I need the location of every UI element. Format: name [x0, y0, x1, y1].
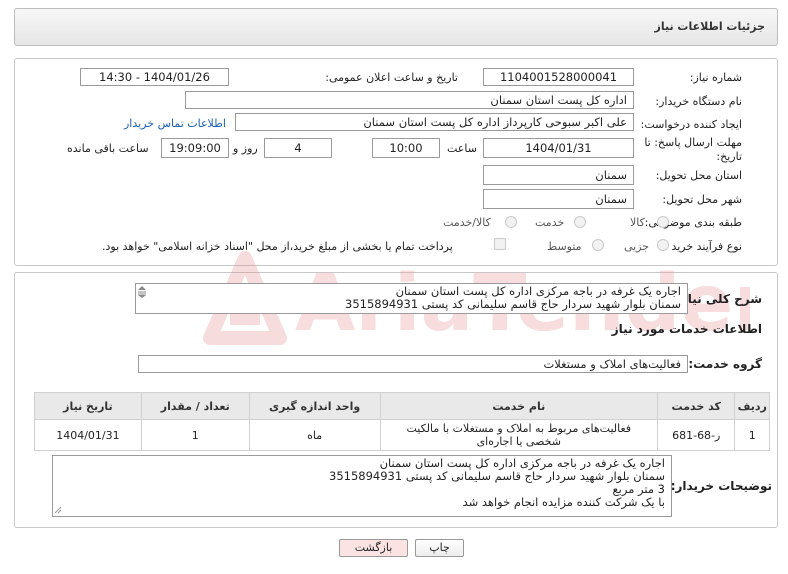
col-need-date: تاریخ نیاز: [34, 392, 142, 420]
summary-line: سمنان بلوار شهید سردار حاج قاسم سلیمانی …: [345, 297, 681, 311]
need-number-field: 1104001528000041: [483, 68, 634, 86]
cell-service-name: فعالیت‌های مربوط به املاک و مستغلات با م…: [379, 419, 658, 451]
buyer-notes-label: توضیحات خریدار:: [670, 479, 772, 493]
category-goods-service-radio[interactable]: [505, 216, 517, 228]
deadline-time-field: 10:00: [372, 138, 440, 158]
purchase-minor-label: جزیی: [624, 240, 650, 253]
category-goods-service-label: کالا/خدمت: [443, 216, 491, 229]
col-quantity: تعداد / مقدار: [140, 392, 250, 420]
page-header: جزئیات اطلاعات نیاز: [14, 8, 778, 46]
days-label: روز و: [233, 142, 258, 155]
cell-quantity: 1: [140, 419, 250, 451]
treasury-checkbox[interactable]: [494, 238, 506, 250]
announce-label: تاریخ و ساعت اعلان عمومی:: [325, 71, 458, 84]
col-service-code: کد خدمت: [656, 392, 736, 420]
services-table: ردیف کد خدمت نام خدمت واحد اندازه گیری ت…: [34, 392, 770, 451]
treasury-note: پرداخت تمام یا بخشی از مبلغ خرید،از محل …: [102, 240, 453, 253]
deadline-time-label: ساعت: [447, 142, 477, 155]
remaining-days-field: 4: [264, 138, 332, 158]
summary-textarea[interactable]: اجاره یک غرفه در باجه مرکزی اداره کل پست…: [135, 283, 688, 314]
deadline-date-label: تاریخ:: [716, 150, 742, 163]
category-service-label: خدمت: [535, 216, 565, 229]
back-button[interactable]: بازگشت: [339, 539, 408, 557]
category-service-radio[interactable]: [574, 216, 586, 228]
announce-datetime-field: 1404/01/26 - 14:30: [80, 68, 229, 86]
creator-field: علی اکبر سبوحی کارپرداز اداره کل پست است…: [235, 113, 634, 131]
deadline-label: مهلت ارسال پاسخ: تا: [644, 136, 742, 149]
buyer-org-field: اداره کل پست استان سمنان: [185, 91, 634, 109]
col-service-name: نام خدمت: [379, 392, 658, 420]
remaining-time-label: ساعت باقی مانده: [67, 142, 149, 155]
cell-unit: ماه: [248, 419, 381, 451]
cell-need-date: 1404/01/31: [34, 419, 142, 451]
summary-label: شرح کلی نیاز:: [676, 292, 762, 306]
table-row: 1 ر-68-681 فعالیت‌های مربوط به املاک و م…: [34, 419, 770, 451]
buyer-notes-line: با یک شرکت کننده مزایده انجام خواهد شد: [462, 495, 665, 509]
need-number-label: شماره نیاز:: [689, 71, 742, 84]
purchase-medium-label: متوسط: [547, 240, 582, 253]
city-field: سمنان: [483, 189, 634, 209]
col-row-number: ردیف: [734, 392, 770, 420]
buyer-org-label: نام دستگاه خریدار:: [655, 95, 742, 108]
province-field: سمنان: [483, 165, 634, 185]
page-title: جزئیات اطلاعات نیاز: [654, 20, 766, 33]
city-label: شهر محل تحویل:: [662, 193, 742, 206]
purchase-minor-radio[interactable]: [657, 239, 669, 251]
print-button[interactable]: چاپ: [415, 539, 464, 557]
service-group-field: فعالیت‌های املاک و مستغلات: [138, 355, 688, 373]
remaining-time-field: 19:09:00: [161, 138, 229, 158]
creator-label: ایجاد کننده درخواست:: [640, 118, 742, 131]
need-info-panel: [14, 58, 778, 266]
province-label: استان محل تحویل:: [655, 169, 742, 182]
purchase-type-label: نوع فرآیند خرید :: [664, 240, 742, 253]
buyer-notes-textarea[interactable]: اجاره یک غرفه در باجه مرکزی اداره کل پست…: [52, 455, 672, 517]
buyer-notes-line: سمنان بلوار شهید سردار حاج قاسم سلیمانی …: [329, 469, 665, 483]
deadline-date-field: 1404/01/31: [483, 138, 634, 158]
category-goods-radio[interactable]: [657, 216, 669, 228]
buyer-contact-link[interactable]: اطلاعات تماس خریدار: [124, 117, 226, 130]
service-group-label: گروه خدمت:: [688, 357, 762, 371]
services-heading: اطلاعات خدمات مورد نیاز: [611, 322, 762, 336]
table-header-row: ردیف کد خدمت نام خدمت واحد اندازه گیری ت…: [34, 392, 770, 420]
col-unit: واحد اندازه گیری: [248, 392, 381, 420]
resize-grip-icon[interactable]: [54, 506, 62, 514]
cell-service-code: ر-68-681: [656, 419, 736, 451]
category-goods-label: کالا: [630, 216, 645, 229]
cell-row-number: 1: [734, 419, 770, 451]
scroll-arrows-icon[interactable]: [137, 285, 147, 299]
purchase-medium-radio[interactable]: [592, 239, 604, 251]
